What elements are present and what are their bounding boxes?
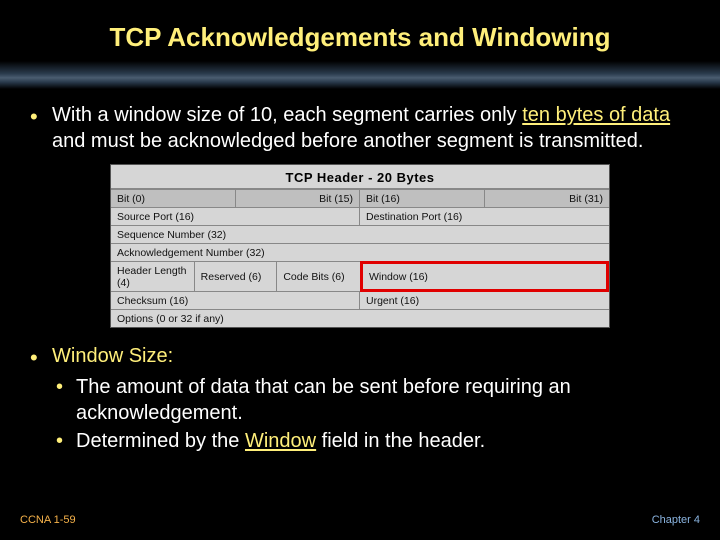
- bullet-2-label: Window Size:: [52, 345, 173, 367]
- sub2-keyword: Window: [245, 430, 316, 452]
- sub2-prefix: Determined by the: [76, 430, 245, 452]
- hdr-bit16: Bit (16): [360, 190, 485, 207]
- diagram-bit-header: Bit (0) Bit (15) Bit (16) Bit (31): [111, 189, 609, 207]
- seq-num: Sequence Number (32): [111, 226, 609, 243]
- diagram-row-seq: Sequence Number (32): [111, 225, 609, 243]
- diagram-row-options: Options (0 or 32 if any): [111, 309, 609, 327]
- footer-left: CCNA 1-59: [20, 514, 76, 526]
- bullet-2-sub1: The amount of data that can be sent befo…: [52, 374, 694, 426]
- diagram-row-flags-window: Header Length (4) Reserved (6) Code Bits…: [111, 261, 609, 291]
- footer: CCNA 1-59 Chapter 4: [0, 514, 720, 526]
- content-area: With a window size of 10, each segment c…: [0, 103, 720, 454]
- bullet-1-suffix: and must be acknowledged before another …: [52, 130, 643, 152]
- hdr-len: Header Length (4): [111, 262, 195, 291]
- ack-num: Acknowledgement Number (32): [111, 244, 609, 261]
- hdr-bit15: Bit (15): [236, 190, 361, 207]
- src-port: Source Port (16): [111, 208, 360, 225]
- reserved: Reserved (6): [195, 262, 278, 291]
- slide-title: TCP Acknowledgements and Windowing: [0, 0, 720, 61]
- diagram-row-ports: Source Port (16) Destination Port (16): [111, 207, 609, 225]
- dst-port: Destination Port (16): [360, 208, 609, 225]
- title-divider: [0, 61, 720, 89]
- code-bits: Code Bits (6): [277, 262, 361, 291]
- hdr-bit0: Bit (0): [111, 190, 236, 207]
- bullet-1-prefix: With a window size of 10, each segment c…: [52, 104, 522, 126]
- diagram-title: TCP Header - 20 Bytes: [111, 165, 609, 189]
- hdr-bit31: Bit (31): [485, 190, 610, 207]
- bullet-1-keyword: ten bytes of data: [522, 104, 670, 126]
- checksum: Checksum (16): [111, 292, 360, 309]
- tcp-header-diagram: TCP Header - 20 Bytes Bit (0) Bit (15) B…: [110, 164, 610, 328]
- bullet-1: With a window size of 10, each segment c…: [26, 103, 694, 154]
- diagram-row-checksum: Checksum (16) Urgent (16): [111, 291, 609, 309]
- urgent: Urgent (16): [360, 292, 609, 309]
- window-field: Window (16): [363, 264, 606, 289]
- footer-right: Chapter 4: [652, 514, 700, 526]
- options: Options (0 or 32 if any): [111, 310, 609, 327]
- bullet-2: Window Size: The amount of data that can…: [26, 344, 694, 454]
- window-field-highlight: Window (16): [360, 261, 609, 292]
- sub2-suffix: field in the header.: [316, 430, 485, 452]
- diagram-row-ack: Acknowledgement Number (32): [111, 243, 609, 261]
- bullet-2-sub2: Determined by the Window field in the he…: [52, 428, 694, 454]
